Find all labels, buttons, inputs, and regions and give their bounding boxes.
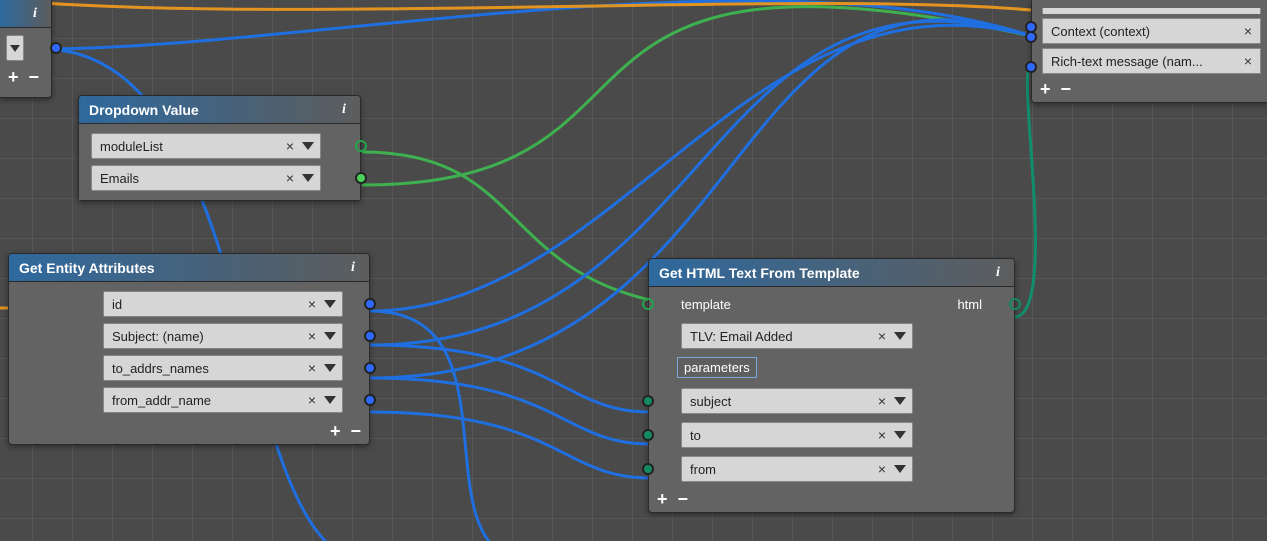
- field-value: id: [112, 297, 122, 312]
- remove-button[interactable]: −: [1061, 82, 1072, 96]
- clear-icon[interactable]: ×: [874, 389, 890, 413]
- chevron-down-icon[interactable]: [300, 134, 316, 158]
- info-icon[interactable]: i: [27, 6, 43, 22]
- output-port[interactable]: [364, 330, 376, 342]
- parameter-field[interactable]: subject ×: [681, 388, 913, 414]
- clear-icon[interactable]: ×: [304, 324, 320, 348]
- chevron-down-icon[interactable]: [322, 356, 338, 380]
- remove-button[interactable]: −: [350, 424, 361, 438]
- slot-field[interactable]: Rich-text message (nam... ×: [1042, 48, 1261, 74]
- chevron-down-icon[interactable]: [300, 166, 316, 190]
- clear-icon[interactable]: ×: [304, 292, 320, 316]
- info-icon[interactable]: i: [990, 265, 1006, 281]
- clear-icon[interactable]: ×: [1240, 19, 1256, 43]
- clear-icon[interactable]: ×: [282, 134, 298, 158]
- parameters-section-label: parameters: [677, 357, 757, 378]
- node-get-html-text-from-template[interactable]: Get HTML Text From Template i template h…: [648, 258, 1015, 513]
- clear-icon[interactable]: ×: [1240, 49, 1256, 73]
- chevron-down-icon[interactable]: [322, 324, 338, 348]
- output-port[interactable]: [355, 172, 367, 184]
- slot-label: Rich-text message (nam...: [1051, 54, 1203, 69]
- chevron-down-icon[interactable]: [7, 45, 23, 52]
- template-input-port[interactable]: [642, 298, 654, 310]
- chevron-down-icon[interactable]: [322, 292, 338, 316]
- chevron-down-icon[interactable]: [892, 423, 908, 447]
- output-port[interactable]: [364, 362, 376, 374]
- node-title-text: Get Entity Attributes: [19, 260, 155, 276]
- info-icon[interactable]: i: [345, 260, 361, 276]
- parameter-field[interactable]: to ×: [681, 422, 913, 448]
- field-value: to: [690, 428, 701, 443]
- node-partial-right[interactable]: Context (context) × Rich-text message (n…: [1031, 0, 1267, 103]
- attribute-field[interactable]: id ×: [103, 291, 343, 317]
- param-input-port[interactable]: [642, 395, 654, 407]
- add-button[interactable]: +: [1040, 82, 1051, 96]
- output-port[interactable]: [364, 394, 376, 406]
- node-title[interactable]: Get HTML Text From Template i: [649, 259, 1014, 287]
- html-port-label: html: [957, 297, 1004, 312]
- field-value: to_addrs_names: [112, 361, 209, 376]
- node-footer-controls: + −: [0, 68, 51, 90]
- param-input-port[interactable]: [642, 429, 654, 441]
- field-value: from_addr_name: [112, 393, 211, 408]
- output-port[interactable]: [50, 42, 62, 54]
- clear-icon[interactable]: ×: [874, 423, 890, 447]
- template-select-field[interactable]: TLV: Email Added ×: [681, 323, 913, 349]
- chevron-down-icon[interactable]: [892, 389, 908, 413]
- node-graph-canvas[interactable]: i + − Context (context): [0, 0, 1267, 541]
- input-port[interactable]: [1025, 61, 1037, 73]
- add-button[interactable]: +: [8, 70, 19, 84]
- html-output-port[interactable]: [1009, 298, 1021, 310]
- chevron-down-icon[interactable]: [322, 388, 338, 412]
- clear-icon[interactable]: ×: [874, 324, 890, 348]
- field-value: subject: [690, 394, 731, 409]
- remove-button[interactable]: −: [678, 492, 689, 506]
- slot-label: Context (context): [1051, 24, 1150, 39]
- dropdown-field[interactable]: moduleList ×: [91, 133, 321, 159]
- node-title-text: Dropdown Value: [89, 102, 199, 118]
- clear-icon[interactable]: ×: [304, 388, 320, 412]
- node-title[interactable]: Dropdown Value i: [79, 96, 360, 124]
- info-icon[interactable]: i: [336, 102, 352, 118]
- field-value: TLV: Email Added: [690, 329, 793, 344]
- output-port[interactable]: [355, 140, 367, 152]
- clear-icon[interactable]: ×: [304, 356, 320, 380]
- node-dropdown-value[interactable]: Dropdown Value i moduleList × Emails ×: [78, 95, 361, 201]
- node-partial-top-left[interactable]: i + −: [0, 0, 52, 98]
- field-value: Subject: (name): [112, 329, 204, 344]
- attribute-field[interactable]: Subject: (name) ×: [103, 323, 343, 349]
- node-title[interactable]: Get Entity Attributes i: [9, 254, 369, 282]
- chevron-down-icon[interactable]: [892, 457, 908, 481]
- dropdown-field[interactable]: [6, 35, 24, 61]
- add-button[interactable]: +: [330, 424, 341, 438]
- attribute-field[interactable]: to_addrs_names ×: [103, 355, 343, 381]
- node-title[interactable]: i: [0, 0, 51, 28]
- field-value: from: [690, 462, 716, 477]
- node-get-entity-attributes[interactable]: Get Entity Attributes i entity id × Subj…: [8, 253, 370, 445]
- dropdown-field[interactable]: Emails ×: [91, 165, 321, 191]
- remove-button[interactable]: −: [29, 70, 40, 84]
- parameter-field[interactable]: from ×: [681, 456, 913, 482]
- template-port-label: template: [659, 297, 731, 312]
- field-value: moduleList: [100, 139, 163, 154]
- slot-field[interactable]: Context (context) ×: [1042, 18, 1261, 44]
- field-value: Emails: [100, 171, 139, 186]
- param-input-port[interactable]: [642, 463, 654, 475]
- clear-icon[interactable]: ×: [282, 166, 298, 190]
- output-port[interactable]: [364, 298, 376, 310]
- attribute-field[interactable]: from_addr_name ×: [103, 387, 343, 413]
- chevron-down-icon[interactable]: [892, 324, 908, 348]
- clear-icon[interactable]: ×: [874, 457, 890, 481]
- add-button[interactable]: +: [657, 492, 668, 506]
- input-port[interactable]: [1025, 31, 1037, 43]
- node-title-text: Get HTML Text From Template: [659, 265, 860, 281]
